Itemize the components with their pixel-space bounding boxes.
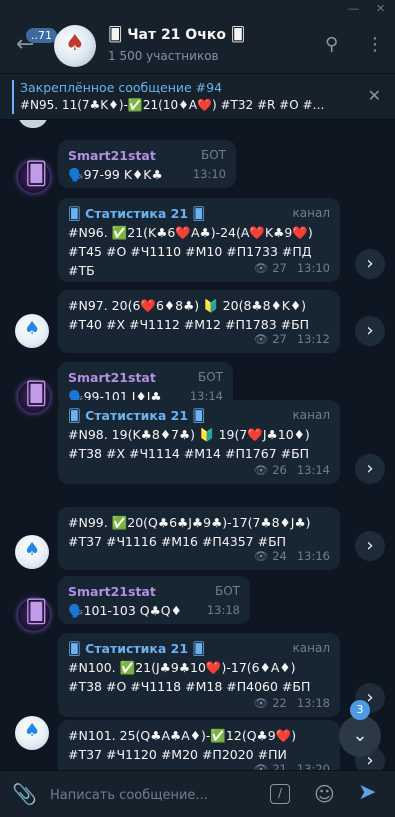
message-feed[interactable]: Smart21stat БОТ 🗣️97-99 K♦K♣ 13:10 🂠 Ста…	[0, 120, 395, 770]
message-text: #N101. 25(Q♣A♣A♦)-✅12(Q♣9❤️) #T37 #Ч1120…	[68, 728, 297, 762]
forward-button[interactable]: ›	[355, 316, 385, 346]
channel-avatar[interactable]	[15, 535, 49, 569]
bot-tag: БОТ	[200, 148, 226, 162]
member-count: 1 500 участников	[108, 49, 219, 63]
bot-tag: БОТ	[197, 370, 223, 384]
send-icon[interactable]: ➤	[358, 780, 376, 805]
message-meta: 👁 21 13:20	[254, 760, 330, 770]
emoji-icon[interactable]: ☺	[314, 782, 335, 806]
message-time: 13:10	[296, 261, 330, 275]
channel-name[interactable]: 🂠 Статистика 21 🂠	[68, 406, 330, 425]
channel-name[interactable]: 🂠 Статистика 21 🂠	[68, 639, 330, 658]
pinned-accent-bar	[12, 80, 14, 114]
view-count: 21	[272, 762, 287, 770]
pinned-title: Закреплённое сообщение #94	[20, 80, 223, 95]
paperclip-icon[interactable]: 📎	[12, 782, 37, 806]
unread-mentions-badge: 3	[350, 700, 370, 720]
unpin-icon[interactable]: ✕	[368, 86, 381, 105]
message-bubble[interactable]: 🂠 Статистика 21 🂠 канал #N96. ✅21(K♣6❤️A…	[58, 198, 340, 282]
message-text: #N100. ✅21(J♣9♣10❤️)-17(6♦A♦) #T38 #O #Ч…	[68, 660, 311, 694]
message-time: 13:18	[206, 603, 240, 617]
eye-icon: 👁	[253, 261, 269, 275]
minimize-button[interactable]: —	[348, 2, 359, 15]
message-text: #N98. 19(K♣8♦7♣) 🔰 19(7❤️J♣10♦) #T38 #X …	[68, 427, 310, 461]
eye-icon: 👁	[253, 463, 269, 477]
channel-avatar[interactable]	[15, 716, 49, 750]
pinned-message-bar[interactable]: Закреплённое сообщение #94 #N95. 11(7♣K♦…	[0, 74, 395, 120]
eye-icon: 👁	[253, 332, 269, 346]
close-window-button[interactable]: ✕	[376, 2, 385, 15]
window-titlebar: — ✕	[0, 0, 395, 18]
bot-tag: БОТ	[214, 584, 240, 598]
chevron-down-icon: ⌄	[352, 725, 368, 746]
view-count: 27	[272, 261, 287, 275]
bot-avatar[interactable]	[18, 599, 50, 631]
bot-commands-icon[interactable]: /	[270, 784, 290, 804]
message-time: 13:12	[296, 332, 330, 346]
message-time: 13:18	[296, 696, 330, 710]
message-meta: 👁 26 13:14	[254, 461, 330, 480]
chat-title[interactable]: 🂠 Чат 21 Очко 🂠	[108, 27, 245, 43]
message-time: 13:10	[192, 167, 226, 181]
message-time: 13:16	[296, 549, 330, 563]
message-bubble[interactable]: 🂠 Статистика 21 🂠 канал #N98. 19(K♣8♦7♣)…	[58, 400, 340, 484]
message-text: #N99. ✅20(Q♣6♣J♣9♣)-17(7♣8♦J♣) #T37 #Ч11…	[68, 515, 311, 549]
message-meta: 👁 24 13:16	[254, 547, 330, 566]
channel-name[interactable]: 🂠 Статистика 21 🂠	[68, 204, 330, 223]
message-composer: 📎 / ☺ ➤	[0, 770, 395, 817]
message-meta: 👁 27 13:12	[254, 330, 330, 349]
channel-tag: канал	[292, 206, 330, 220]
message-meta: 👁 27 13:10	[254, 259, 330, 278]
channel-tag: канал	[292, 641, 330, 655]
message-bubble[interactable]: Smart21stat БОТ 🗣️101-103 Q♣Q♦ 13:18	[58, 576, 250, 624]
avatar	[18, 120, 48, 128]
eye-icon: 👁	[253, 549, 269, 563]
forward-button[interactable]: ›	[355, 249, 385, 279]
message-bubble[interactable]: #N99. ✅20(Q♣6♣J♣9♣)-17(7♣8♦J♣) #T37 #Ч11…	[58, 507, 340, 570]
message-bubble[interactable]: Smart21stat БОТ 🗣️97-99 K♦K♣ 13:10	[58, 140, 236, 188]
bot-avatar[interactable]	[18, 161, 50, 193]
eye-icon: 👁	[253, 762, 269, 770]
unread-count-badge: ..71	[26, 28, 57, 43]
forward-button[interactable]: ›	[355, 454, 385, 484]
message-bubble[interactable]: #N97. 20(6❤️6♦8♣) 🔰 20(8♣8♦K♦) #T40 #X #…	[58, 290, 340, 353]
search-icon[interactable]: ⚲	[325, 34, 338, 55]
view-count: 26	[272, 463, 287, 477]
pinned-text: #N95. 11(7♣K♦)-✅21(10♦A❤️) #T32 #R #O #…	[20, 98, 325, 112]
view-count: 22	[272, 696, 287, 710]
message-time: 13:14	[296, 463, 330, 477]
chat-header: ← ..71 🂠 Чат 21 Очко 🂠 1 500 участников …	[0, 18, 395, 74]
message-meta: 👁 22 13:18	[254, 694, 330, 713]
eye-icon: 👁	[253, 696, 269, 710]
bot-avatar[interactable]	[18, 381, 50, 413]
view-count: 27	[272, 332, 287, 346]
message-bubble[interactable]: #N101. 25(Q♣A♣A♦)-✅12(Q♣9❤️) #T37 #Ч1120…	[58, 720, 340, 770]
more-vertical-icon[interactable]: ⋮	[366, 34, 384, 55]
view-count: 24	[272, 549, 287, 563]
forward-button[interactable]: ›	[355, 531, 385, 561]
message-time: 13:20	[296, 762, 330, 770]
message-text: #N97. 20(6❤️6♦8♣) 🔰 20(8♣8♦K♦) #T40 #X #…	[68, 298, 310, 332]
chat-avatar[interactable]	[54, 25, 96, 67]
channel-avatar[interactable]	[15, 314, 49, 348]
channel-tag: канал	[292, 408, 330, 422]
scroll-down-button[interactable]: ⌄	[339, 715, 381, 757]
message-bubble[interactable]: 🂠 Статистика 21 🂠 канал #N100. ✅21(J♣9♣1…	[58, 633, 340, 717]
message-input[interactable]	[50, 784, 250, 806]
